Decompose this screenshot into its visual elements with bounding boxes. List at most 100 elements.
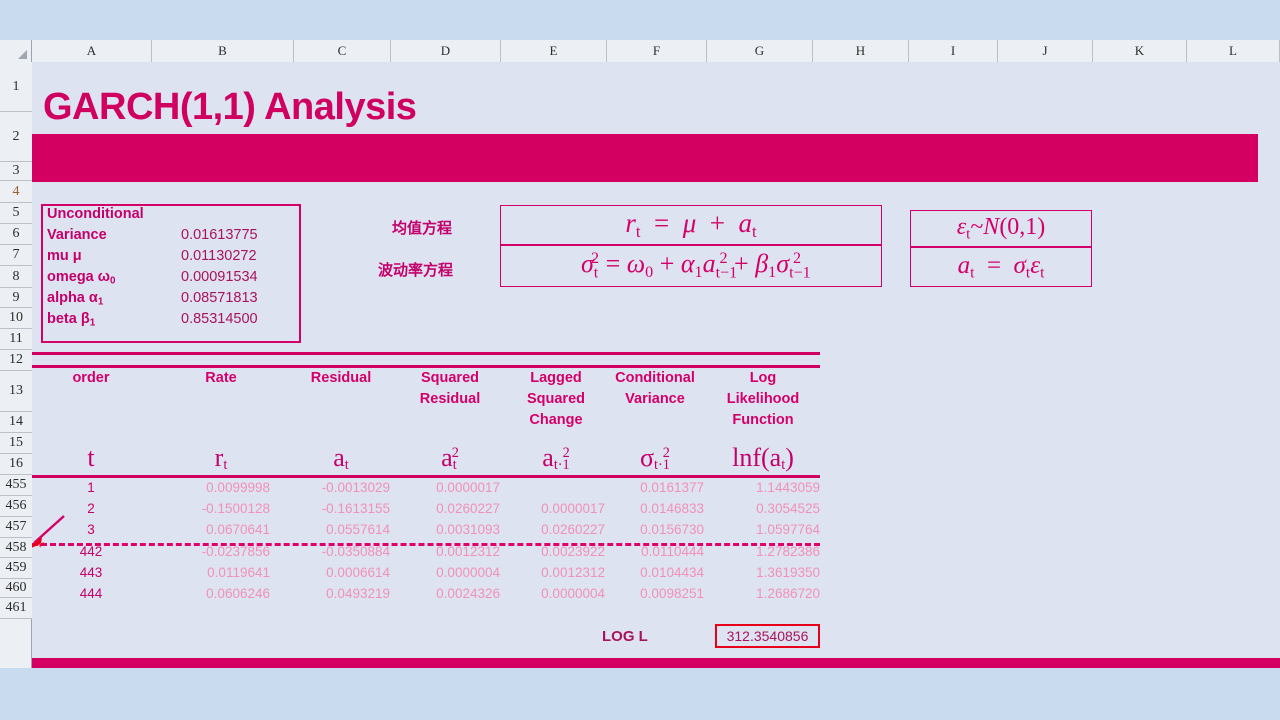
column-title-line: Variance [625,391,685,407]
row-header-2[interactable]: 2 [0,112,32,162]
column-title-line: Squared [420,370,479,386]
cell-loglik: 1.1443059 [756,480,820,495]
row-header-16[interactable]: 16 [0,454,32,475]
table-row-bottom[interactable]: 443 0.0119641 0.0006614 0.0000004 0.0012312 0… [32,565,820,586]
volatility-equation-label: 波动率方程 [378,262,454,279]
cell-residual: 0.0006614 [326,565,390,580]
epsilon-distribution-box: εt~N(0,1) [910,210,1092,247]
column-header-a[interactable]: A [32,40,152,62]
column-title-5: Conditional Variance [595,368,715,410]
cell-rate: 0.0670641 [206,522,270,537]
cell-loglik: 1.2782386 [756,544,820,559]
parameter-box: Unconditional Variance 0.01613775 mu μ 0… [41,204,301,343]
column-header-j[interactable]: J [998,40,1093,62]
param-row-beta: beta β1 0.85314500 [43,311,299,332]
cell-order: 3 [87,522,95,537]
row-header-4[interactable]: 4 [0,181,32,203]
column-header-c[interactable]: C [294,40,391,62]
mean-equation-box: rt = μ + at [500,205,882,245]
column-header-d[interactable]: D [391,40,501,62]
row-header-6[interactable]: 6 [0,224,32,245]
cell-rate: 0.0099998 [206,480,270,495]
row-header-11[interactable]: 11 [0,329,32,350]
column-header-e[interactable]: E [501,40,607,62]
cell-sq_res: 0.0031093 [436,522,500,537]
row-header-10[interactable]: 10 [0,308,32,329]
column-symbol-3: at2 [441,443,459,473]
table-row-bottom[interactable]: 444 0.0606246 0.0493219 0.0024326 0.0000004 0… [32,586,820,607]
cell-sq_res: 0.0260227 [436,501,500,516]
cell-order: 443 [79,565,103,580]
table-top-rule [32,352,820,355]
title-banner [32,134,1258,182]
row-header-column: 1 2 3 4 5 6 7 8 9 10 11 12 13 14 15 16 455 456 457 458 459 46… [0,62,32,668]
row-header-455[interactable]: 455 [0,475,32,496]
cell-cond_var: 0.0161377 [640,480,704,495]
column-title-line: Rate [205,370,237,386]
column-header-k[interactable]: K [1093,40,1187,62]
row-header-460[interactable]: 460 [0,579,32,598]
cell-rate: 0.0606246 [206,586,270,601]
cell-loglik: 0.3054525 [756,501,820,516]
cell-residual: -0.1613155 [321,501,390,516]
table-row-top[interactable]: 2 -0.1500128 -0.1613155 0.0260227 0.0000017 0… [32,501,820,522]
column-header-h[interactable]: H [813,40,909,62]
param-label: omega ω0 [47,269,116,287]
row-header-8[interactable]: 8 [0,266,32,288]
column-title-6: Log Likelihood Function [703,368,823,431]
cell-cond_var: 0.0156730 [640,522,704,537]
row-header-1[interactable]: 1 [0,62,32,112]
cell-sq_res: 0.0024326 [436,586,500,601]
column-title-line: Residual [419,391,481,407]
cell-loglik: 1.0597764 [756,522,820,537]
column-title-3: Squared Residual [390,368,510,410]
cell-sq_res: 0.0000004 [436,565,500,580]
param-label: alpha α1 [47,290,104,308]
cell-order: 442 [79,544,103,559]
cell-cond_var: 0.0104434 [640,565,704,580]
cell-order: 1 [87,480,95,495]
cell-cond_var: 0.0146833 [640,501,704,516]
column-title-0: order [32,368,151,389]
column-header-g[interactable]: G [707,40,813,62]
cell-order: 444 [79,586,103,601]
log-likelihood-value: 312.3540856 [715,624,820,648]
param-value: 0.08571813 [181,290,258,306]
cell-cond_var: 0.0098251 [640,586,704,601]
row-header-3[interactable]: 3 [0,162,32,181]
table-row-top[interactable]: 1 0.0099998 -0.0013029 0.0000017 0.0161377 1.… [32,480,820,501]
column-title-1: Rate [161,368,281,389]
column-header-f[interactable]: F [607,40,707,62]
footer-banner [32,658,1280,668]
column-header-b[interactable]: B [152,40,294,62]
row-header-14[interactable]: 14 [0,412,32,433]
row-header-456[interactable]: 456 [0,496,32,517]
column-header-l[interactable]: L [1187,40,1280,62]
row-header-459[interactable]: 459 [0,558,32,579]
grid-body: GARCH(1,1) Analysis Unconditional Varian… [32,62,1280,668]
row-header-457[interactable]: 457 [0,517,32,538]
row-header-13[interactable]: 13 [0,371,32,412]
param-value: 0.01613775 [181,227,258,243]
cell-residual: 0.0493219 [326,586,390,601]
table-row-top[interactable]: 3 0.0670641 0.0557614 0.0031093 0.0260227 0.0… [32,522,820,543]
column-title-line: Likelihood [726,391,800,407]
param-label: beta β1 [47,311,96,329]
select-all-corner[interactable] [0,40,32,62]
column-header-i[interactable]: I [909,40,998,62]
row-header-5[interactable]: 5 [0,203,32,224]
row-header-9[interactable]: 9 [0,288,32,308]
spreadsheet-frame: ABCDEFGHIJKL 1 2 3 4 5 6 7 8 9 10 11 12 13 14 15 16 455 4… [0,40,1280,668]
row-header-12[interactable]: 12 [0,350,32,371]
row-header-15[interactable]: 15 [0,433,32,454]
row-header-458[interactable]: 458 [0,538,32,558]
column-header-row: ABCDEFGHIJKL [0,40,1280,62]
column-title-line: Function [732,412,794,428]
param-label: Unconditional [47,206,144,222]
table-row-bottom[interactable]: 442 -0.0237856 -0.0350884 0.0012312 0.002392… [32,544,820,565]
row-header-461[interactable]: 461 [0,598,32,619]
row-header-7[interactable]: 7 [0,245,32,266]
cell-rate: 0.0119641 [207,565,270,580]
volatility-equation-box: σt2 = ω0 + α1at−12 + β1σt−12 [500,245,882,287]
param-value: 0.85314500 [181,311,258,327]
